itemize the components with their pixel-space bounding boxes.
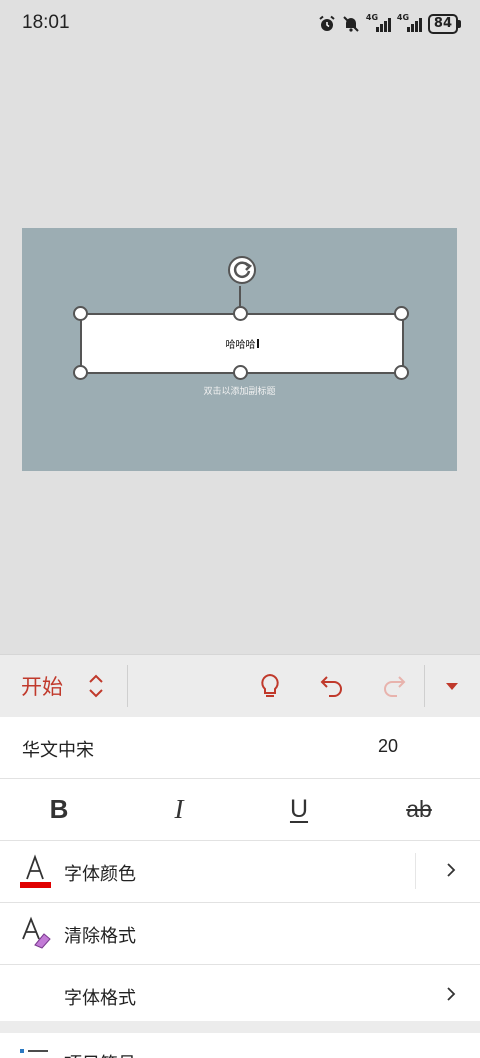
ribbon-toolbar: 开始: [0, 654, 480, 718]
section-gap: [0, 1021, 480, 1033]
redo-button[interactable]: [378, 670, 410, 702]
underline-icon: U: [289, 794, 309, 823]
toolbar-divider: [424, 665, 425, 707]
font-name[interactable]: 华文中宋: [22, 736, 94, 762]
undo-icon: [320, 676, 342, 697]
bullets-row[interactable]: 项目符号: [0, 1033, 480, 1058]
resize-handle[interactable]: [394, 306, 409, 321]
network-label: 4G: [365, 13, 379, 22]
format-row: B I U ab: [0, 779, 480, 841]
clear-format-icon: [22, 916, 51, 949]
strikethrough-icon: ab: [406, 795, 432, 822]
row-divider: [415, 853, 416, 889]
network-label: 4G: [396, 13, 410, 22]
font-color-row[interactable]: 字体颜色: [0, 841, 480, 903]
font-format-row[interactable]: 字体格式: [0, 965, 480, 1026]
italic-button[interactable]: I: [149, 789, 209, 829]
lightbulb-icon: [261, 673, 279, 697]
chevron-right-icon[interactable]: [446, 986, 456, 1002]
resize-handle[interactable]: [73, 306, 88, 321]
font-size[interactable]: 20: [378, 736, 398, 757]
font-color-label: 字体颜色: [64, 864, 136, 885]
bullets-icon: [20, 1049, 48, 1053]
resize-handle[interactable]: [394, 365, 409, 380]
slide-canvas[interactable]: 哈哈哈 双击以添加副标题: [0, 48, 480, 654]
rotate-handle-icon[interactable]: [226, 254, 258, 286]
strikethrough-button[interactable]: ab: [389, 789, 449, 829]
signal-icon: 4G: [396, 13, 422, 32]
underline-button[interactable]: U: [269, 789, 329, 829]
subtitle-placeholder[interactable]: 双击以添加副标题: [22, 384, 457, 397]
resize-handle[interactable]: [73, 365, 88, 380]
status-icons: 4G 4G 84: [318, 13, 462, 34]
resize-handle[interactable]: [233, 306, 248, 321]
mute-icon: [343, 16, 359, 32]
font-row[interactable]: 华文中宋 20: [0, 717, 480, 779]
status-bar: 18:01 4G 4G 84: [0, 0, 480, 48]
tab-switch-icon[interactable]: [85, 671, 107, 701]
dropdown-icon[interactable]: [446, 683, 458, 690]
status-time: 18:01: [22, 12, 70, 33]
ideas-button[interactable]: [254, 670, 286, 702]
resize-handle[interactable]: [233, 365, 248, 380]
slide[interactable]: 哈哈哈 双击以添加副标题: [22, 228, 457, 471]
font-color-icon: [20, 854, 51, 888]
clear-format-row[interactable]: 清除格式: [0, 903, 480, 965]
alarm-icon: [319, 15, 335, 31]
textbox-text: 哈哈哈: [225, 340, 256, 351]
font-format-label: 字体格式: [64, 988, 136, 1009]
bold-button[interactable]: B: [29, 789, 89, 829]
italic-icon: I: [174, 793, 184, 824]
toolbar-divider: [127, 665, 128, 707]
undo-button[interactable]: [316, 670, 348, 702]
redo-icon: [384, 676, 406, 697]
battery-icon: 84: [427, 14, 462, 34]
bullets-label: 项目符号: [64, 1050, 136, 1058]
text-cursor: [256, 339, 259, 348]
clear-format-label: 清除格式: [64, 926, 136, 947]
bold-icon: B: [49, 793, 69, 824]
chevron-right-icon[interactable]: [446, 862, 456, 878]
signal-icon: 4G: [365, 13, 391, 32]
ribbon-tab-home[interactable]: 开始: [21, 671, 63, 701]
